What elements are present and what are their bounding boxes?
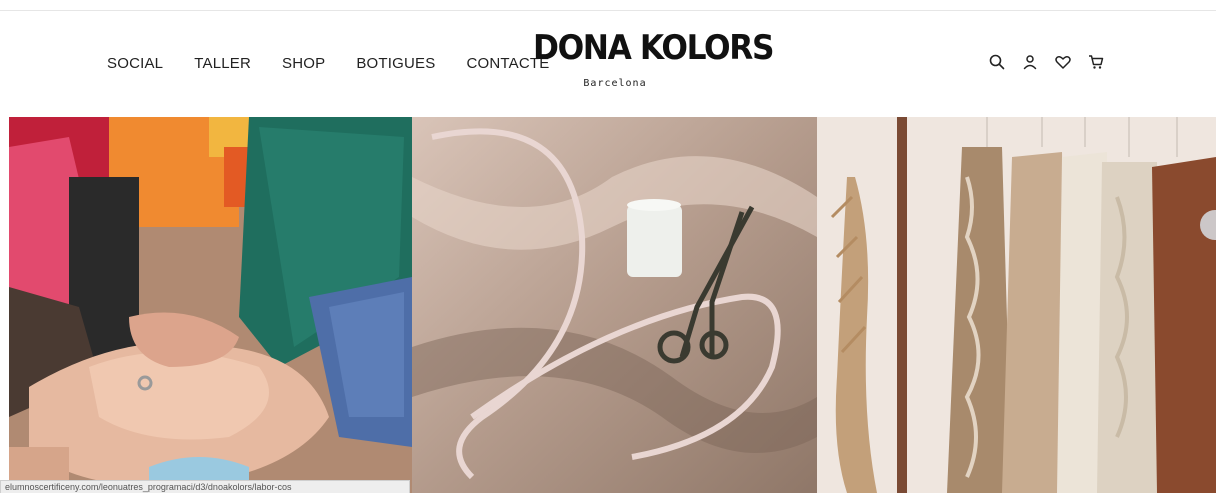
brand-city: Barcelona bbox=[583, 78, 647, 89]
search-icon[interactable] bbox=[986, 51, 1008, 73]
site-header: SOCIAL TALLER SHOP BOTIGUES CONTACTE DON… bbox=[0, 11, 1216, 116]
nav-item-botigues[interactable]: BOTIGUES bbox=[356, 55, 435, 72]
nav-item-taller[interactable]: TALLER bbox=[194, 55, 251, 72]
user-icon[interactable] bbox=[1019, 51, 1041, 73]
heart-icon[interactable] bbox=[1052, 51, 1074, 73]
nav-item-social[interactable]: SOCIAL bbox=[107, 55, 163, 72]
gallery-image-clothes[interactable] bbox=[817, 117, 1216, 493]
brand-logo[interactable]: DONA KOLORS Barcelona bbox=[533, 28, 774, 89]
header-icons bbox=[986, 51, 1118, 73]
image-gallery bbox=[9, 117, 1216, 493]
nav-item-shop[interactable]: SHOP bbox=[282, 55, 325, 72]
brand-name: DONA KOLORS bbox=[533, 28, 774, 68]
status-bar-url: elumnoscertificeny.com/leonuatres_progra… bbox=[0, 480, 410, 493]
main-nav: SOCIAL TALLER SHOP BOTIGUES CONTACTE bbox=[107, 55, 580, 72]
cart-icon[interactable] bbox=[1085, 51, 1107, 73]
gallery-image-hands[interactable] bbox=[9, 117, 412, 493]
gallery-image-sewing[interactable] bbox=[412, 117, 817, 493]
